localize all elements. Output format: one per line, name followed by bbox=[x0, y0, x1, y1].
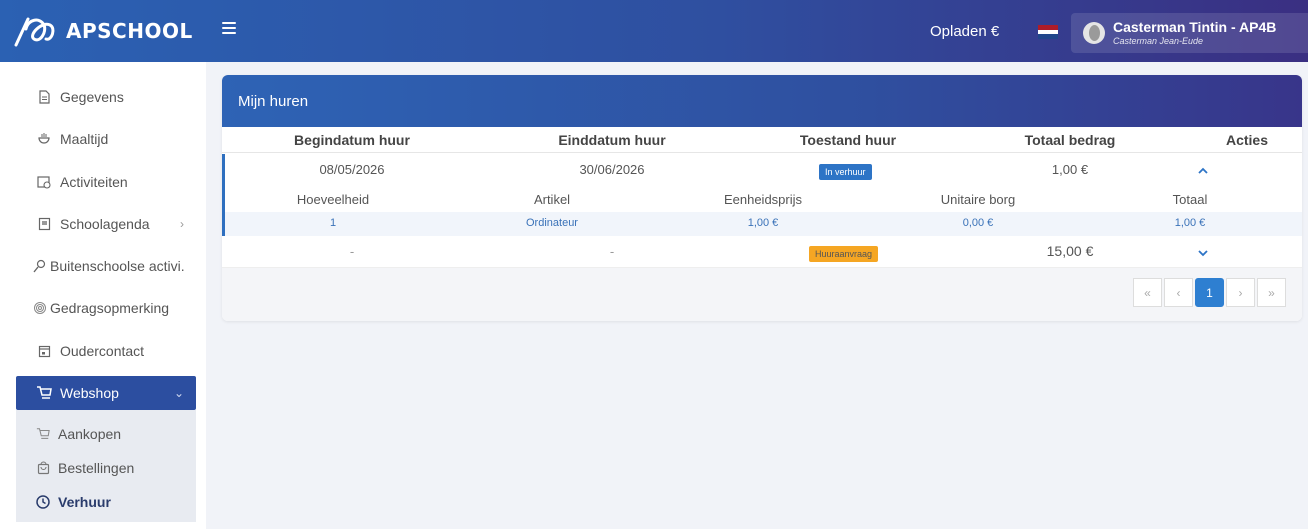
submenu-item-label: Verhuur bbox=[58, 494, 111, 510]
status-badge: Huuraanvraag bbox=[809, 246, 879, 262]
unit-price: 1,00 € bbox=[747, 217, 779, 229]
subcolumn-header: Hoeveelheid bbox=[296, 192, 370, 207]
fingerprint-icon bbox=[32, 300, 48, 316]
sidebar-item-gedragsopmerking[interactable]: Gedragsopmerking bbox=[16, 291, 196, 325]
pagination-page-1[interactable]: 1 bbox=[1195, 278, 1224, 307]
user-menu[interactable]: Casterman Tintin - AP4B Casterman Jean-E… bbox=[1071, 13, 1308, 53]
chevron-up-icon[interactable] bbox=[1197, 164, 1211, 178]
sidebar-item-webshop[interactable]: Webshop ⌄ bbox=[16, 376, 196, 410]
user-subname: Casterman Jean-Eude bbox=[1113, 36, 1204, 46]
submenu-item-aankopen[interactable]: Aankopen bbox=[16, 421, 196, 447]
table-footer: « ‹ 1 › » bbox=[222, 268, 1302, 321]
menu-toggle-icon[interactable] bbox=[222, 22, 236, 34]
submenu-item-verhuur[interactable]: Verhuur bbox=[16, 489, 196, 515]
column-header: Acties bbox=[1225, 132, 1269, 148]
sidebar-item-label: Gegevens bbox=[60, 89, 124, 105]
meal-icon bbox=[36, 131, 52, 147]
sidebar-item-label: Activiteiten bbox=[60, 174, 128, 190]
opladen-link[interactable]: Opladen € bbox=[930, 23, 999, 40]
sidebar-item-maaltijd[interactable]: Maaltijd bbox=[16, 122, 196, 156]
column-header: Begindatum huur bbox=[294, 132, 410, 148]
subcolumn-header: Eenheidsprijs bbox=[723, 192, 803, 207]
pagination: « ‹ 1 › » bbox=[1131, 278, 1286, 307]
status-badge: In verhuur bbox=[819, 164, 872, 180]
sidebar-item-label: Schoolagenda bbox=[60, 216, 150, 232]
document-icon bbox=[36, 89, 52, 105]
chevron-down-icon: ⌄ bbox=[173, 386, 184, 400]
end-date: 30/06/2026 bbox=[579, 162, 645, 177]
top-bar: APSCHOOL Opladen € Casterman Tintin - AP… bbox=[0, 0, 1308, 62]
bag-icon bbox=[36, 461, 50, 475]
sidebar-item-label: Maaltijd bbox=[60, 131, 109, 147]
subtable-header: Hoeveelheid Artikel Eenheidsprijs Unitai… bbox=[222, 187, 1302, 212]
card-title: Mijn huren bbox=[222, 75, 1302, 127]
column-header: Totaal bedrag bbox=[1024, 132, 1116, 148]
subcolumn-header: Artikel bbox=[533, 192, 571, 207]
subcolumn-header: Unitaire borg bbox=[940, 192, 1016, 207]
total-amount: 15,00 € bbox=[1046, 243, 1094, 259]
submenu-item-label: Bestellingen bbox=[58, 460, 135, 476]
avatar bbox=[1083, 22, 1105, 44]
begin-date: 08/05/2026 bbox=[319, 162, 385, 177]
pagination-first[interactable]: « bbox=[1133, 278, 1162, 307]
logo-icon bbox=[14, 17, 55, 47]
sidebar-item-label: Webshop bbox=[60, 385, 119, 401]
sidebar-item-gegevens[interactable]: Gegevens bbox=[16, 80, 196, 114]
table-row[interactable]: - - Huuraanvraag 15,00 € bbox=[222, 236, 1302, 268]
calendar-clock-icon bbox=[36, 174, 52, 190]
subcolumn-header: Totaal bbox=[1172, 192, 1208, 207]
begin-date: - bbox=[349, 244, 355, 259]
pagination-last[interactable]: » bbox=[1257, 278, 1286, 307]
total-amount: 1,00 € bbox=[1051, 162, 1089, 177]
rentals-card: Mijn huren Begindatum huur Einddatum huu… bbox=[222, 75, 1302, 321]
sidebar: Gegevens Maaltijd Activiteiten Schoolage… bbox=[0, 62, 206, 529]
cart-icon bbox=[36, 427, 50, 441]
column-header: Einddatum huur bbox=[558, 132, 666, 148]
logo-text: APSCHOOL bbox=[66, 19, 193, 43]
column-header: Toestand huur bbox=[799, 132, 897, 148]
deposit: 0,00 € bbox=[962, 217, 994, 229]
article: Ordinateur bbox=[526, 217, 578, 229]
pagination-next[interactable]: › bbox=[1226, 278, 1255, 307]
cart-icon bbox=[36, 385, 52, 401]
sidebar-item-label: Oudercontact bbox=[60, 343, 145, 359]
subtable-row: 1 Ordinateur 1,00 € 0,00 € 1,00 € bbox=[222, 212, 1302, 236]
table-row[interactable]: 08/05/2026 30/06/2026 In verhuur 1,00 € bbox=[222, 154, 1302, 187]
submenu-item-label: Aankopen bbox=[58, 426, 122, 442]
sidebar-item-buitenschoolse[interactable]: Buitenschoolse activi. bbox=[16, 249, 196, 283]
webshop-submenu: Aankopen Bestellingen Verhuur bbox=[16, 410, 196, 522]
table-header: Begindatum huur Einddatum huur Toestand … bbox=[222, 127, 1302, 153]
sidebar-item-activiteiten[interactable]: Activiteiten bbox=[16, 165, 196, 199]
pagination-prev[interactable]: ‹ bbox=[1164, 278, 1193, 307]
chevron-down-icon[interactable] bbox=[1197, 246, 1211, 260]
submenu-item-bestellingen[interactable]: Bestellingen bbox=[16, 455, 196, 481]
chevron-right-icon: › bbox=[180, 217, 184, 231]
quantity: 1 bbox=[329, 217, 337, 229]
sidebar-item-label: Gedragsopmerking bbox=[50, 300, 170, 316]
line-total: 1,00 € bbox=[1174, 217, 1206, 229]
language-flag-icon[interactable] bbox=[1038, 25, 1058, 39]
sidebar-item-schoolagenda[interactable]: Schoolagenda › bbox=[16, 207, 196, 241]
sidebar-item-oudercontact[interactable]: Oudercontact bbox=[16, 334, 196, 368]
end-date: - bbox=[609, 244, 615, 259]
clock-icon bbox=[36, 495, 50, 509]
calendar-icon bbox=[36, 343, 52, 359]
person-search-icon bbox=[32, 258, 48, 274]
user-name: Casterman Tintin - AP4B bbox=[1113, 19, 1277, 35]
app-logo[interactable]: APSCHOOL bbox=[14, 14, 193, 48]
agenda-icon bbox=[36, 216, 52, 232]
sidebar-item-label: Buitenschoolse activi. bbox=[50, 258, 185, 274]
